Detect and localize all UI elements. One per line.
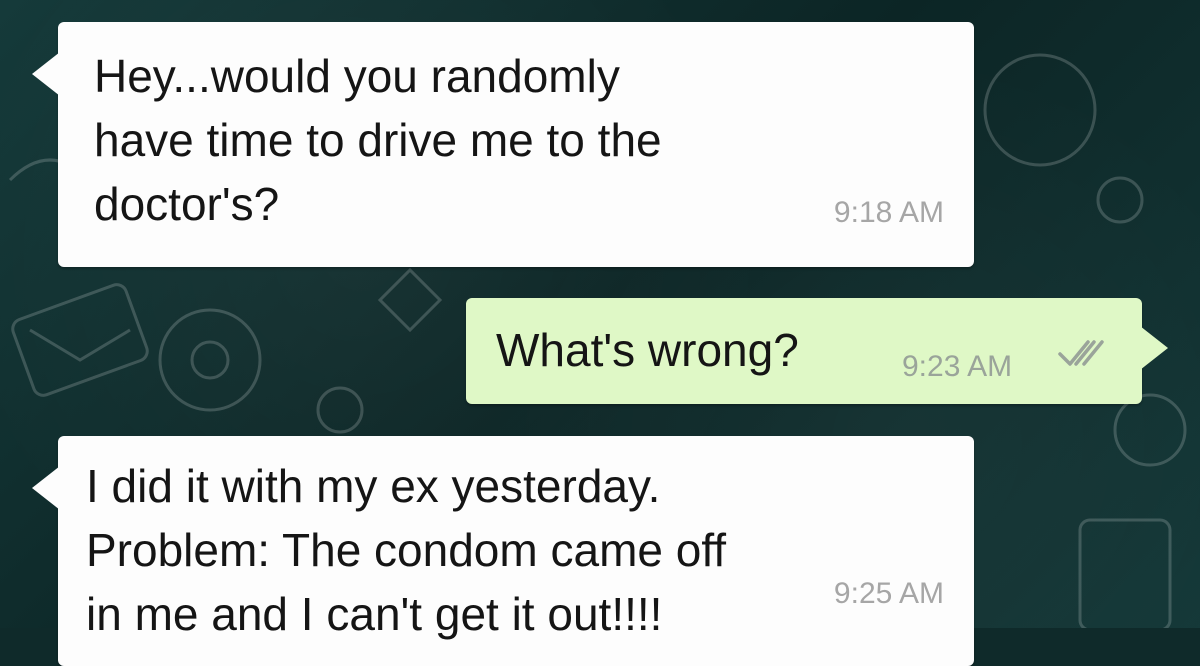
message-text: I did it with my ex yesterday. Problem: … [86, 460, 727, 640]
message-bubble-incoming[interactable]: I did it with my ex yesterday. Problem: … [32, 436, 974, 666]
message-bubble-incoming[interactable]: Hey...would you randomly have time to dr… [32, 22, 974, 267]
bubble-tail [32, 52, 60, 96]
message-text: What's wrong? [496, 324, 799, 376]
message-timestamp: 9:25 AM [833, 577, 944, 610]
double-check-icon [1058, 340, 1104, 366]
message-timestamp: 9:18 AM [833, 196, 944, 229]
bubble-tail [1140, 326, 1168, 370]
message-text: Hey...would you randomly have time to dr… [94, 50, 662, 230]
message-bubble-outgoing[interactable]: What's wrong? 9:23 AM [466, 298, 1168, 404]
bubble-tail [32, 466, 60, 510]
message-timestamp: 9:23 AM [902, 350, 1013, 383]
